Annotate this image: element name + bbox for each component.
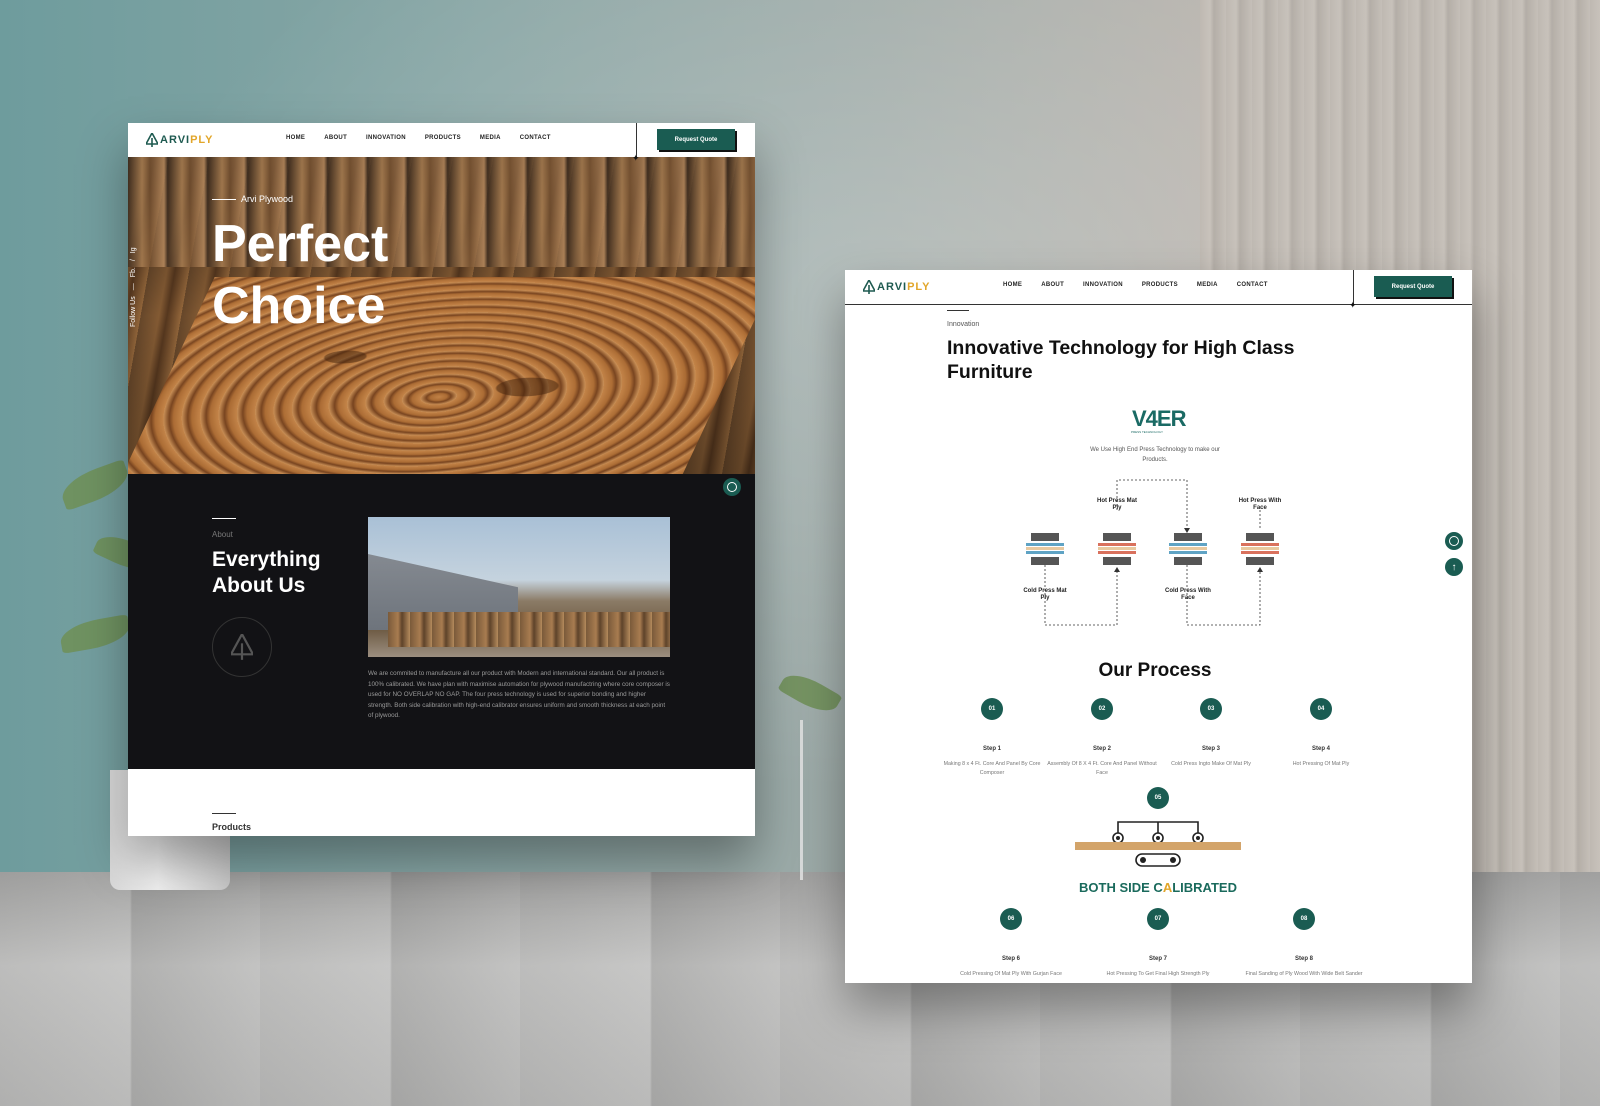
- innovation-eyebrow: Innovation: [947, 321, 980, 328]
- nav-innovation[interactable]: INNOVATION: [366, 135, 406, 141]
- top-nav: ARVIPLY HOME ABOUT INNOVATION PRODUCTS M…: [128, 123, 755, 163]
- step-description: Hot Pressing To Get Final High Strength …: [1106, 971, 1210, 977]
- step-title: Step 7: [1148, 956, 1167, 962]
- press-machine-cold-face: [1169, 533, 1207, 569]
- step-number-badge: 04: [1310, 698, 1332, 720]
- screen-left-homepage: Arvi Plywood Perfect Choice Follow Us — …: [128, 123, 755, 836]
- step-description: Making 8 x 4 Ft. Core And Panel By Core …: [943, 761, 1041, 776]
- innovation-title: Innovative Technology for High Class Fur…: [947, 337, 1295, 383]
- press-machine-cold-mat: [1026, 533, 1064, 569]
- step-number-badge: 06: [1000, 908, 1022, 930]
- factory-photo: [368, 517, 670, 657]
- nav-products[interactable]: PRODUCTS: [1142, 282, 1178, 288]
- nav-about[interactable]: ABOUT: [1041, 282, 1064, 288]
- scroll-top-icon[interactable]: ↑: [1445, 558, 1463, 576]
- label-hot-press-with-face: Hot Press With Face: [1238, 498, 1282, 511]
- tree-logo-icon: [231, 634, 253, 660]
- social-follow: Follow Us — Fb. / Ig: [130, 247, 137, 327]
- about-eyebrow: About: [212, 530, 233, 539]
- follow-label: Follow Us: [130, 296, 137, 327]
- screen-right-innovation: ARVIPLY HOME ABOUT INNOVATION PRODUCTS M…: [845, 270, 1472, 983]
- brand-logo-text: ARVIPLY: [160, 134, 214, 146]
- about-arrow-line: [212, 518, 236, 519]
- about-section: About Everything About Us We are commite…: [128, 474, 755, 769]
- request-quote-button[interactable]: Request Quote: [657, 129, 735, 150]
- nav-divider: [1353, 270, 1354, 304]
- step-number-badge: 03: [1200, 698, 1222, 720]
- products-arrow-line: [212, 813, 236, 814]
- step-number-badge: 02: [1091, 698, 1113, 720]
- step-title: Step 2: [1092, 746, 1111, 752]
- nav-underline: [845, 304, 1472, 305]
- innovation-arrow-line: [947, 310, 969, 311]
- nav-innovation[interactable]: INNOVATION: [1083, 282, 1123, 288]
- nav-star-icon: ✦: [632, 153, 640, 163]
- label-cold-press-mat-ply: Cold Press Mat Ply: [1023, 588, 1067, 601]
- whatsapp-icon[interactable]: [723, 478, 741, 496]
- instagram-link[interactable]: Ig: [130, 247, 137, 253]
- nav-links: HOME ABOUT INNOVATION PRODUCTS MEDIA CON…: [1003, 282, 1268, 288]
- step-title: Step 6: [1001, 956, 1020, 962]
- hero-eyebrow: Arvi Plywood: [241, 194, 294, 204]
- nav-media[interactable]: MEDIA: [1197, 282, 1218, 288]
- label-cold-press-with-face: Cold Press With Face: [1165, 588, 1211, 601]
- step-number-badge: 08: [1293, 908, 1315, 930]
- press-machine-hot-face: [1241, 533, 1279, 569]
- nav-divider: [636, 123, 637, 157]
- whatsapp-icon[interactable]: [1445, 532, 1463, 550]
- nav-home[interactable]: HOME: [286, 135, 305, 141]
- step-description: Assembly Of 8 X 4 Ft. Core And Panel Wit…: [1047, 761, 1157, 776]
- nav-media[interactable]: MEDIA: [480, 135, 501, 141]
- nav-products[interactable]: PRODUCTS: [425, 135, 461, 141]
- press-technology-text: We Use High End Press Technology to make…: [1090, 447, 1220, 463]
- brand-logo[interactable]: ARVIPLY: [863, 279, 930, 295]
- v4er-logo: V4ER: [1132, 406, 1186, 431]
- nav-contact[interactable]: CONTACT: [520, 135, 551, 141]
- step-description: Cold Press Ingto Make Of Mat Ply: [1171, 761, 1251, 767]
- plywood-sheet-beam: [1075, 842, 1241, 850]
- nav-star-icon: ✦: [1349, 300, 1357, 310]
- plywood-stacks: [388, 612, 670, 647]
- hero-title: Perfect Choice: [212, 215, 389, 335]
- step-title: Step 3: [1201, 746, 1220, 752]
- tree-logo-icon: [863, 280, 875, 294]
- brand-logo-text: ARVIPLY: [877, 281, 931, 293]
- step-number-badge: 05: [1147, 787, 1169, 809]
- hero-section: Arvi Plywood Perfect Choice Follow Us — …: [128, 157, 755, 477]
- step-title: Step 1: [982, 746, 1001, 752]
- hero-eyebrow-line: [212, 199, 236, 200]
- nav-contact[interactable]: CONTACT: [1237, 282, 1268, 288]
- both-side-calibrated-title: BOTH SIDE CALIBRATED: [1079, 880, 1237, 895]
- nav-links: HOME ABOUT INNOVATION PRODUCTS MEDIA CON…: [286, 135, 551, 141]
- process-title: Our Process: [1098, 660, 1212, 681]
- top-nav: ARVIPLY HOME ABOUT INNOVATION PRODUCTS M…: [845, 270, 1472, 304]
- products-eyebrow: Products: [212, 822, 252, 832]
- products-section: Products: [128, 769, 755, 836]
- follow-slash: /: [130, 259, 137, 262]
- nav-about[interactable]: ABOUT: [324, 135, 347, 141]
- facebook-link[interactable]: Fb.: [130, 267, 137, 277]
- press-machine-hot-mat: [1098, 533, 1136, 569]
- step-number-badge: 01: [981, 698, 1003, 720]
- tree-logo-icon: [146, 133, 158, 147]
- step-title: Step 8: [1294, 956, 1313, 962]
- request-quote-button[interactable]: Request Quote: [1374, 276, 1452, 297]
- about-description: We are commited to manufacture all our p…: [368, 670, 670, 719]
- follow-dash: —: [130, 283, 137, 291]
- plant-stand: [800, 720, 850, 880]
- step-description: Hot Pressing Of Mat Ply: [1292, 761, 1350, 767]
- brand-logo[interactable]: ARVIPLY: [146, 132, 213, 148]
- step-title: Step 4: [1311, 746, 1330, 752]
- step-description: Final Sanding of Ply Wood With Wide Belt…: [1245, 971, 1363, 977]
- v4er-logo-subtitle: PRESS TECHNOLOGY: [1131, 430, 1163, 434]
- about-logo-circle: [212, 617, 272, 677]
- nav-home[interactable]: HOME: [1003, 282, 1022, 288]
- step-number-badge: 07: [1147, 908, 1169, 930]
- label-hot-press-mat-ply: Hot Press Mat Ply: [1096, 498, 1137, 511]
- step-description: Cold Pressing Of Mat Ply With Gurjan Fac…: [960, 971, 1062, 977]
- about-title: Everything About Us: [212, 548, 321, 597]
